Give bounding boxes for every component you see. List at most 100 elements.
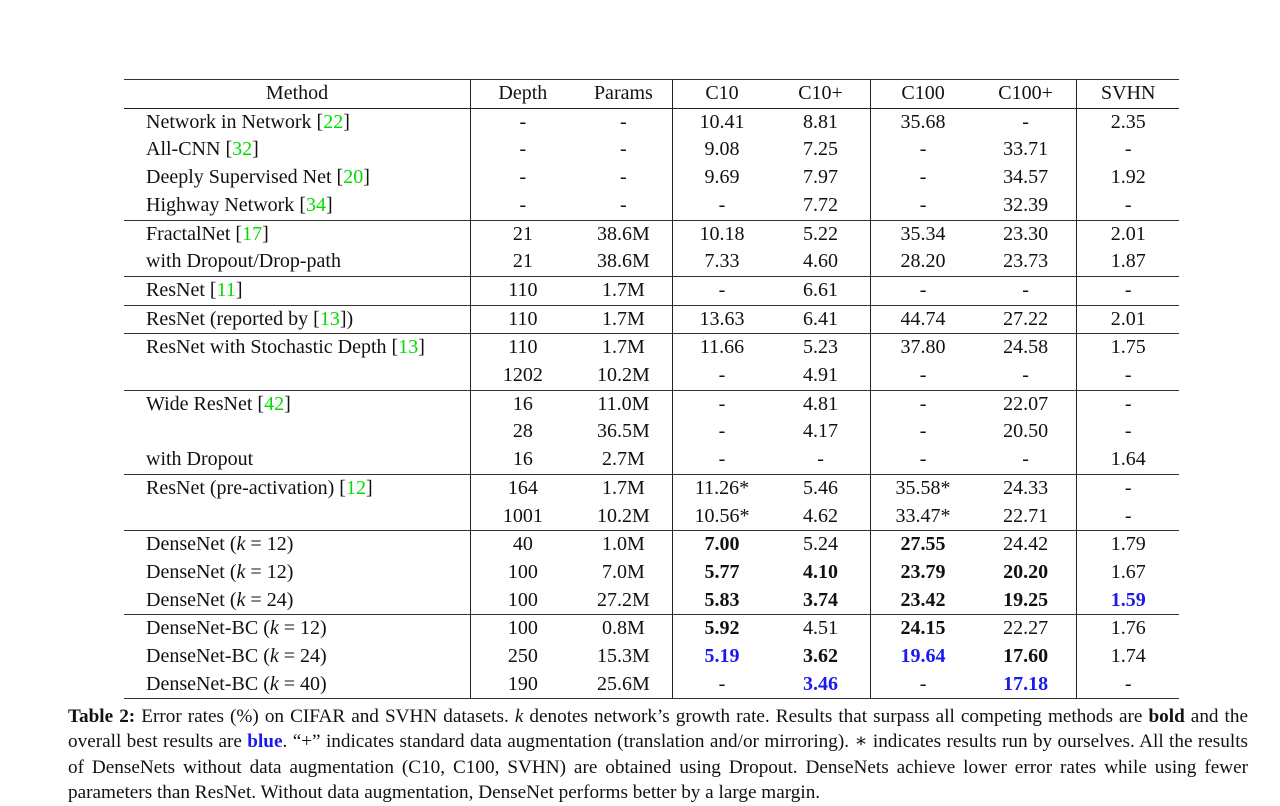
depth-cell: 190 — [470, 670, 575, 699]
params-cell: - — [620, 193, 627, 216]
c100-cell: 19.64 — [870, 643, 975, 671]
citation-link[interactable]: 34 — [306, 194, 326, 216]
method-name: with Dropout — [146, 448, 254, 471]
params-cell: 36.5M — [596, 420, 650, 443]
depth-cell: 110 — [470, 333, 575, 363]
c10-plus-cell: 5.46 — [803, 476, 839, 499]
method-cell: DenseNet-BC (k = 24) — [146, 645, 327, 668]
growth-rate-value: 24 — [266, 588, 287, 611]
svhn-cell: - — [1076, 191, 1179, 221]
c10-cell: 5.77 — [672, 558, 771, 587]
c10-plus-cell: 5.22 — [803, 222, 839, 245]
method-cell: All-CNN [32] — [146, 138, 259, 161]
results-table: Method Depth Params C10 C10+ C100 C100+ … — [124, 79, 1179, 699]
c100-cell: 44.74 — [870, 305, 975, 334]
method-cell: Wide ResNet [42] — [146, 392, 291, 415]
svhn-cell: 2.01 — [1076, 220, 1179, 249]
c10-cell: 10.18 — [672, 220, 771, 249]
depth-cell: 21 — [470, 220, 575, 249]
method-name: DenseNet — [146, 533, 225, 556]
header-params: Params — [593, 82, 653, 104]
c100-cell: - — [870, 418, 975, 447]
growth-rate-value: 24 — [300, 645, 321, 668]
svhn-cell: - — [1076, 418, 1179, 447]
c100-plus-cell: 20.20 — [1003, 560, 1049, 583]
method-name: ResNet with Stochastic Depth — [146, 336, 387, 359]
svhn-cell: 2.35 — [1076, 108, 1179, 137]
svhn-cell: 2.01 — [1076, 305, 1179, 334]
c10-cell: 9.69 — [672, 164, 771, 192]
row-group: Network in Network [22] - -10.41 8.81 35.68-… — [124, 108, 1179, 221]
params-cell: 15.3M — [596, 645, 650, 668]
table-header: Method Depth Params C10 C10+ C100 C100+ … — [124, 79, 1179, 109]
citation-link[interactable]: 12 — [346, 477, 366, 499]
method-name: ResNet (pre-activation) — [146, 476, 335, 499]
depth-cell: 1001 — [470, 502, 575, 531]
svhn-cell: 1.74 — [1076, 643, 1179, 671]
method-cell: DenseNet-BC (k = 12) — [146, 617, 327, 640]
c10-cell: 5.19 — [672, 643, 771, 671]
params-cell: 25.6M — [596, 672, 650, 695]
citation-link[interactable]: 17 — [242, 223, 262, 245]
table-row: Network in Network [22] - - 10.41 8.81 35.68 -… — [124, 108, 1179, 137]
citation-link[interactable]: 13 — [398, 336, 418, 358]
c10-plus-cell: 4.91 — [803, 364, 839, 387]
c10-plus-cell: 4.17 — [803, 420, 839, 443]
method-suffix: ) — [346, 307, 354, 330]
header-c10-plus: C10+ — [798, 82, 843, 104]
header-row: Method Depth Params C10 C10+ C100 C100+ … — [124, 79, 1179, 109]
c100-cell: - — [870, 276, 975, 306]
c10-cell: - — [672, 418, 771, 447]
c10-plus-cell: 6.41 — [803, 307, 839, 330]
citation-link[interactable]: 32 — [232, 138, 252, 160]
c10-plus-cell: 4.81 — [803, 392, 839, 415]
params-cell: 11.0M — [597, 392, 650, 415]
growth-rate-symbol: k — [269, 645, 279, 668]
c10-plus-cell: 5.23 — [803, 336, 839, 359]
citation-link[interactable]: 11 — [217, 279, 236, 301]
growth-rate-value: 12 — [266, 533, 287, 556]
method-cell: DenseNet (k = 12) — [146, 533, 294, 556]
depth-cell: - — [470, 108, 575, 137]
method-cell: ResNet with Stochastic Depth [13] — [146, 336, 425, 359]
table-row: DenseNet-BC (k = 12) 100 0.8M 5.92 4.51 24.15… — [124, 614, 1179, 644]
method-name: Deeply Supervised Net — [146, 166, 332, 189]
params-cell: 0.8M — [601, 617, 645, 640]
method-cell: DenseNet (k = 24) — [146, 588, 294, 611]
params-cell: 1.7M — [601, 476, 645, 499]
c10-cell: 13.63 — [672, 305, 771, 334]
params-cell: - — [620, 110, 627, 133]
depth-cell: 16 — [470, 446, 575, 475]
growth-rate-symbol: k — [269, 672, 279, 695]
caption-bold-word: bold — [1148, 706, 1185, 727]
svhn-cell: 1.75 — [1076, 333, 1179, 363]
table-row: 28 36.5M -4.17-20.50- — [124, 418, 1179, 447]
table-row: with Dropout/Drop-path 21 38.6M 7.33 4.60 28.… — [124, 248, 1179, 277]
citation-link[interactable]: 22 — [323, 111, 343, 133]
method-name: ResNet — [146, 278, 205, 301]
table-row: ResNet (reported by [13]) 110 1.7M 13.63 6.4… — [124, 305, 1179, 334]
citation-link[interactable]: 20 — [343, 166, 363, 188]
svhn-cell: - — [1076, 136, 1179, 165]
header-c10: C10 — [672, 79, 771, 109]
method-cell: ResNet (pre-activation) [12] — [146, 476, 373, 499]
caption-blue-word: blue — [247, 731, 283, 753]
c100-cell: 23.42 — [870, 586, 975, 615]
params-cell: 1.0M — [601, 533, 645, 556]
table-row: DenseNet-BC (k = 40) 190 25.6M -3.46-17.18- — [124, 670, 1179, 699]
method-cell: DenseNet (k = 12) — [146, 560, 294, 583]
params-cell: 10.2M — [596, 504, 650, 527]
c10-cell: - — [672, 390, 771, 419]
c10-cell: 7.33 — [672, 248, 771, 277]
method-cell — [124, 503, 471, 531]
method-cell: Network in Network [22] — [146, 110, 350, 133]
citation-link[interactable]: 42 — [264, 393, 284, 415]
method-cell: Highway Network [34] — [146, 193, 333, 216]
table-row: with Dropout 16 2.7M - - - - 1.64 — [124, 446, 1179, 475]
c100-plus-cell: 23.73 — [1003, 250, 1049, 273]
c10-cell: 11.66 — [672, 333, 771, 363]
citation-link[interactable]: 13 — [320, 308, 340, 330]
header-depth: Depth — [470, 79, 575, 109]
depth-cell: - — [470, 136, 575, 165]
svhn-cell: 1.59 — [1076, 586, 1179, 615]
